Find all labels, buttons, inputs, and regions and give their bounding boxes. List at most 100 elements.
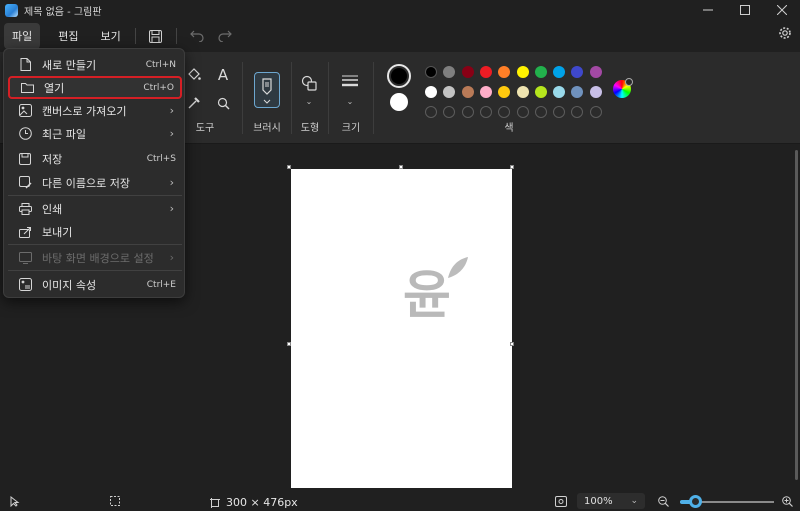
close-button[interactable] [763, 0, 800, 20]
canvas-size-icon [210, 497, 220, 508]
size-group: 크기 [329, 52, 373, 144]
resize-handle[interactable] [510, 165, 514, 169]
secondary-color-button[interactable] [390, 93, 408, 111]
menu-item-label: 바탕 화면 배경으로 설정 [42, 251, 154, 265]
menu-item-save-as[interactable]: 다른 이름으로 저장 › [8, 171, 182, 194]
gear-icon [779, 27, 791, 39]
menu-item-open[interactable]: 열기 Ctrl+O [8, 76, 182, 99]
menu-view[interactable]: 보기 [93, 23, 129, 49]
custom-color-slot[interactable] [425, 106, 437, 118]
menu-item-new[interactable]: 새로 만들기 Ctrl+N [8, 53, 182, 76]
menu-item-share[interactable]: 보내기 [8, 220, 182, 243]
maximize-button[interactable] [726, 0, 763, 20]
redo-icon [218, 30, 232, 42]
menu-item-shortcut: Ctrl+S [146, 153, 176, 164]
custom-color-slot[interactable] [516, 106, 529, 118]
close-icon [776, 5, 787, 15]
menu-item-label: 이미지 속성 [42, 278, 97, 292]
menu-item-label: 열기 [44, 81, 65, 95]
menu-item-recent-files[interactable]: 최근 파일 › [8, 122, 182, 145]
image-properties-icon [14, 278, 36, 291]
menu-separator [8, 195, 182, 196]
save-button[interactable] [142, 23, 170, 49]
zoom-slider-thumb[interactable] [689, 495, 703, 508]
desktop-background-icon [14, 251, 36, 264]
color-swatch[interactable] [553, 86, 566, 98]
menu-item-set-as-background[interactable]: 바탕 화면 배경으로 설정 › [8, 246, 182, 269]
minimize-icon [702, 9, 713, 11]
resize-handle[interactable] [510, 342, 514, 346]
zoom-value: 100% [584, 495, 613, 507]
color-swatch[interactable] [479, 66, 492, 78]
color-swatch[interactable] [461, 86, 474, 98]
undo-button[interactable] [183, 23, 211, 49]
new-file-icon [14, 58, 36, 71]
canvas-size-text: 300 × 476px [226, 496, 298, 509]
zoom-select[interactable]: 100% ⌄ [577, 493, 645, 509]
resize-handle[interactable] [399, 165, 403, 169]
color-swatch[interactable] [425, 86, 437, 98]
brush-icon [262, 78, 272, 104]
menu-item-image-properties[interactable]: 이미지 속성 Ctrl+E [8, 273, 182, 296]
color-swatch[interactable] [479, 86, 492, 98]
primary-color-swatch [391, 68, 407, 84]
colors-group: 색 [374, 52, 644, 144]
settings-button[interactable] [778, 26, 792, 43]
custom-color-slot[interactable] [534, 106, 547, 118]
color-swatch[interactable] [589, 66, 602, 78]
fit-to-window-button[interactable] [555, 496, 567, 507]
vertical-scrollbar[interactable] [795, 150, 798, 480]
shape-group: 도형 [292, 52, 328, 144]
menu-item-import-to-canvas[interactable]: 캔버스로 가져오기 › [8, 99, 182, 122]
resize-handle[interactable] [287, 342, 291, 346]
color-swatch[interactable] [425, 66, 437, 78]
custom-color-slot[interactable] [479, 106, 492, 118]
save-as-icon [14, 176, 36, 189]
drawing-canvas[interactable]: 윤 [291, 169, 512, 488]
menu-divider [175, 28, 177, 44]
custom-color-slot[interactable] [589, 106, 602, 118]
menu-item-label: 다른 이름으로 저장 [42, 176, 130, 190]
zoom-in-button[interactable] [782, 496, 793, 507]
menu-item-save[interactable]: 저장 Ctrl+S [8, 147, 182, 170]
menu-item-label: 저장 [42, 152, 63, 166]
menu-item-print[interactable]: 인쇄 › [8, 197, 182, 220]
plus-icon [625, 78, 633, 86]
primary-color-button[interactable] [387, 64, 411, 88]
menu-divider [134, 28, 136, 44]
leaf-icon [448, 257, 468, 278]
menu-item-shortcut: Ctrl+O [143, 82, 174, 93]
custom-color-slot[interactable] [553, 106, 566, 118]
pointer-position-indicator [10, 496, 20, 507]
import-image-icon [14, 104, 36, 117]
menu-edit[interactable]: 편집 [50, 23, 86, 49]
menu-item-shortcut: Ctrl+N [145, 59, 176, 70]
chevron-right-icon: › [169, 202, 174, 215]
edit-colors-button[interactable] [613, 78, 633, 98]
color-swatch[interactable] [553, 66, 566, 78]
title-bar: 제목 없음 - 그림판 [0, 0, 800, 20]
minimize-button[interactable] [689, 0, 726, 20]
chevron-right-icon: › [169, 176, 174, 189]
shape-label: 도형 [300, 123, 320, 134]
fit-window-icon [555, 496, 567, 507]
clock-icon [14, 127, 36, 140]
custom-color-slot[interactable] [461, 106, 474, 118]
menu-item-label: 새로 만들기 [42, 58, 97, 72]
menu-item-label: 인쇄 [42, 202, 63, 216]
maximize-icon [739, 5, 750, 15]
menu-file[interactable]: 파일 [4, 23, 41, 49]
color-swatch[interactable] [534, 66, 547, 78]
color-swatch[interactable] [534, 86, 547, 98]
color-swatch[interactable] [516, 86, 529, 98]
color-swatch[interactable] [589, 86, 602, 98]
brush-button[interactable] [254, 72, 280, 108]
save-icon [149, 29, 163, 43]
chevron-right-icon: › [169, 127, 174, 140]
resize-handle[interactable] [287, 165, 291, 169]
zoom-out-button[interactable] [658, 496, 669, 507]
menu-separator [8, 244, 182, 245]
color-swatch[interactable] [516, 66, 529, 78]
redo-button[interactable] [211, 23, 239, 49]
color-swatch[interactable] [461, 66, 474, 78]
